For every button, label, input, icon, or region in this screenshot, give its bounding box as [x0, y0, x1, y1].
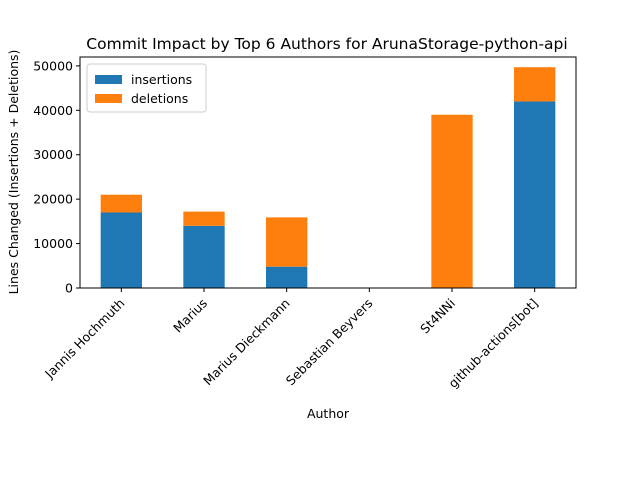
y-tick-label: 10000: [33, 236, 73, 251]
legend-swatch-deletions: [95, 94, 122, 103]
x-axis-label: Author: [307, 406, 350, 421]
y-tick-label: 40000: [33, 103, 73, 118]
bar-deletions-4: [431, 114, 473, 288]
y-tick-label: 0: [65, 281, 73, 296]
y-axis: 0 10000 20000 30000 40000 50000: [33, 58, 80, 296]
y-tick-label: 30000: [33, 147, 73, 162]
y-tick-label: 20000: [33, 192, 73, 207]
legend-label-insertions: insertions: [131, 72, 192, 87]
x-tick-label: Sebastian Beyvers: [283, 296, 376, 389]
bar-insertions-5: [514, 101, 556, 288]
x-axis: Jannis Hochmuth MariusMarius DieckmannSeb…: [41, 288, 541, 391]
x-tick-label: Marius Dieckmann: [200, 296, 293, 389]
y-tick-label: 50000: [33, 58, 73, 73]
x-tick-label: Jannis Hochmuth: [41, 296, 127, 382]
legend-swatch-insertions: [95, 75, 122, 84]
bar-deletions-1: [183, 211, 225, 226]
bar-deletions-0: [100, 194, 142, 213]
x-tick-label: Marius: [170, 296, 210, 336]
bar-deletions-2: [266, 217, 308, 267]
bar-deletions-5: [514, 67, 556, 102]
legend: insertions deletions: [86, 63, 207, 113]
x-tick-label: github-actions[bot]: [445, 296, 540, 391]
bar-insertions-1: [183, 225, 225, 288]
y-axis-label: Lines Changed (Insertions + Deletions): [6, 50, 21, 295]
bar-insertions-0: [100, 212, 142, 288]
stacked-bar-chart: Commit Impact by Top 6 Authors for Aruna…: [6, 35, 577, 421]
chart-title: Commit Impact by Top 6 Authors for Aruna…: [86, 35, 567, 53]
legend-label-deletions: deletions: [131, 91, 188, 106]
bar-insertions-2: [266, 266, 308, 288]
x-tick-label: St4NNi: [417, 296, 458, 337]
